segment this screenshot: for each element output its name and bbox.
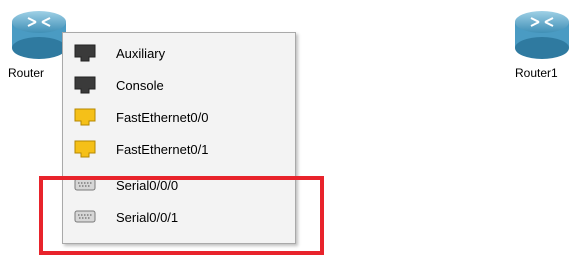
router-icon [12,11,66,59]
menu-item-label: FastEthernet0/0 [116,109,209,125]
console-port-icon [74,44,96,62]
menu-item-fastethernet0-0[interactable]: FastEthernet0/0 [63,102,295,132]
menu-item-fastethernet0-1[interactable]: FastEthernet0/1 [63,134,295,164]
menu-item-console[interactable]: Console [63,70,295,100]
serial-ports-highlight [39,176,324,255]
menu-item-auxiliary[interactable]: Auxiliary [63,38,295,68]
console-port-icon [74,76,96,94]
router1-label: Router1 [515,66,558,80]
router1-device[interactable] [513,2,571,62]
menu-item-label: Auxiliary [116,45,166,61]
menu-item-label: FastEthernet0/1 [116,141,209,157]
router-device[interactable] [10,2,68,62]
menu-item-label: Console [116,77,164,93]
router-label: Router [8,66,45,80]
router-icon [515,11,569,59]
ethernet-port-icon [74,108,96,126]
ethernet-port-icon [74,140,96,158]
